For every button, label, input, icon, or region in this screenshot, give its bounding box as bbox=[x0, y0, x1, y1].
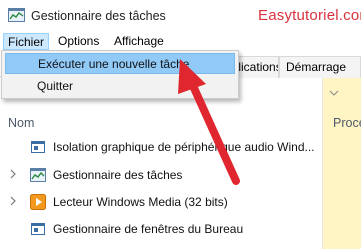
media-player-icon bbox=[30, 194, 46, 210]
menu-item-quit[interactable]: Quitter bbox=[5, 76, 235, 97]
title-bar: Gestionnaire des tâches Easytutoriel.com bbox=[0, 0, 361, 31]
expand-chevron-icon[interactable] bbox=[9, 169, 17, 179]
process-row[interactable]: Isolation graphique de périphérique audi… bbox=[0, 134, 323, 160]
column-header-name[interactable]: Nom bbox=[8, 116, 34, 130]
column-header-processor[interactable]: Proce bbox=[333, 116, 361, 130]
sort-chevron-icon[interactable] bbox=[329, 90, 339, 96]
menu-options[interactable]: Options bbox=[54, 33, 103, 50]
menu-bar: Fichier Options Affichage bbox=[0, 31, 361, 51]
service-icon bbox=[31, 223, 45, 235]
tab-demarrage[interactable]: Démarrage bbox=[279, 56, 361, 78]
process-name: Isolation graphique de périphérique audi… bbox=[53, 140, 315, 154]
process-name: Gestionnaire de fenêtres du Bureau bbox=[53, 222, 244, 236]
process-name: Gestionnaire des tâches bbox=[53, 168, 183, 182]
service-icon bbox=[31, 141, 45, 153]
expand-chevron-icon[interactable] bbox=[9, 196, 17, 206]
task-manager-icon bbox=[30, 168, 46, 182]
process-row[interactable]: Lecteur Windows Media (32 bits) bbox=[0, 189, 323, 215]
process-row[interactable]: Gestionnaire des tâches bbox=[0, 162, 323, 188]
process-row[interactable]: Gestionnaire de fenêtres du Bureau bbox=[0, 216, 323, 242]
process-name: Lecteur Windows Media (32 bits) bbox=[53, 195, 228, 209]
processor-column-background bbox=[323, 78, 361, 249]
watermark: Easytutoriel.com bbox=[258, 7, 361, 24]
fichier-dropdown-menu: Exécuter une nouvelle tâche Quitter bbox=[1, 50, 239, 99]
task-manager-icon bbox=[8, 8, 25, 22]
menu-fichier[interactable]: Fichier bbox=[3, 33, 50, 50]
menu-item-run-new-task[interactable]: Exécuter une nouvelle tâche bbox=[5, 53, 235, 74]
window-title: Gestionnaire des tâches bbox=[31, 9, 166, 23]
menu-affichage[interactable]: Affichage bbox=[110, 33, 168, 50]
